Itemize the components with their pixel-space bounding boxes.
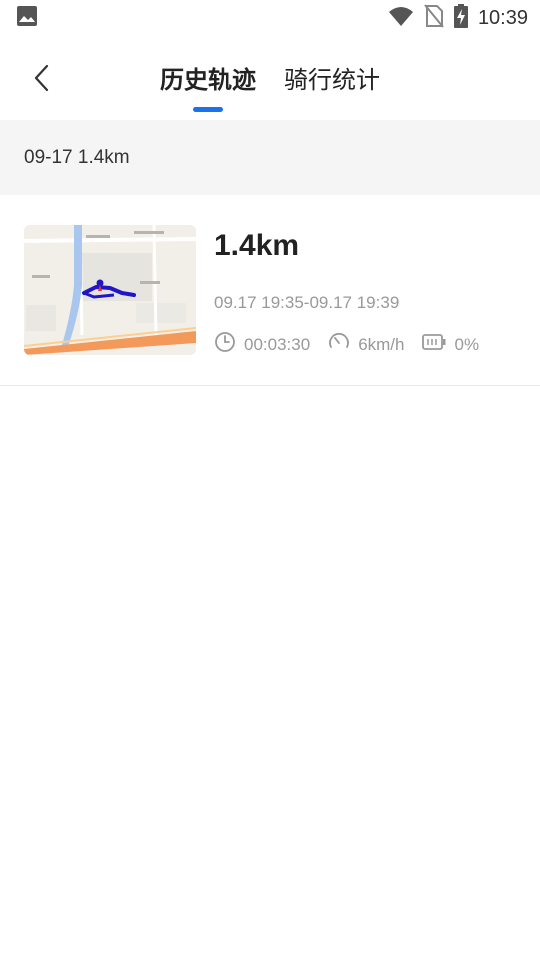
battery-stat: 0% — [422, 333, 479, 356]
battery-value: 0% — [454, 334, 480, 354]
ride-distance: 1.4km — [214, 229, 300, 262]
date-group-label: 09-17 1.4km — [24, 146, 130, 168]
duration-stat: 00:03:30 — [214, 331, 310, 358]
tab-label: 骑行统计 — [284, 66, 380, 94]
battery-icon — [422, 333, 446, 356]
avg-speed-value: 6km/h — [358, 334, 405, 354]
active-tab-indicator — [193, 107, 223, 112]
ride-stats: 00:03:30 6km/h 0% — [214, 331, 479, 358]
duration-value: 00:03:30 — [244, 334, 311, 354]
status-time: 10:39 — [477, 6, 528, 29]
image-icon — [16, 5, 38, 31]
ride-record-item[interactable]: 1.4km 09.17 19:35-09.17 19:39 00:03:30 6… — [0, 195, 540, 386]
status-bar: 10:39 — [0, 0, 540, 36]
battery-charging-icon — [453, 4, 468, 32]
speed-stat: 6km/h — [328, 331, 404, 358]
tab-bar: 历史轨迹 骑行统计 — [0, 58, 540, 114]
date-group-header: 09-17 1.4km — [0, 120, 540, 195]
route-map-thumbnail — [24, 225, 196, 355]
tab-label: 历史轨迹 — [160, 66, 256, 94]
ride-time-range: 09.17 19:35-09.17 19:39 — [214, 293, 400, 312]
clock-icon — [214, 331, 236, 358]
no-sim-icon — [424, 4, 444, 32]
tab-ride-stats[interactable]: 骑行统计 — [284, 58, 380, 102]
tab-history-track[interactable]: 历史轨迹 — [160, 58, 256, 112]
speedometer-icon — [328, 331, 350, 358]
app-header: 历史轨迹 骑行统计 — [0, 44, 540, 120]
wifi-icon — [388, 5, 414, 31]
